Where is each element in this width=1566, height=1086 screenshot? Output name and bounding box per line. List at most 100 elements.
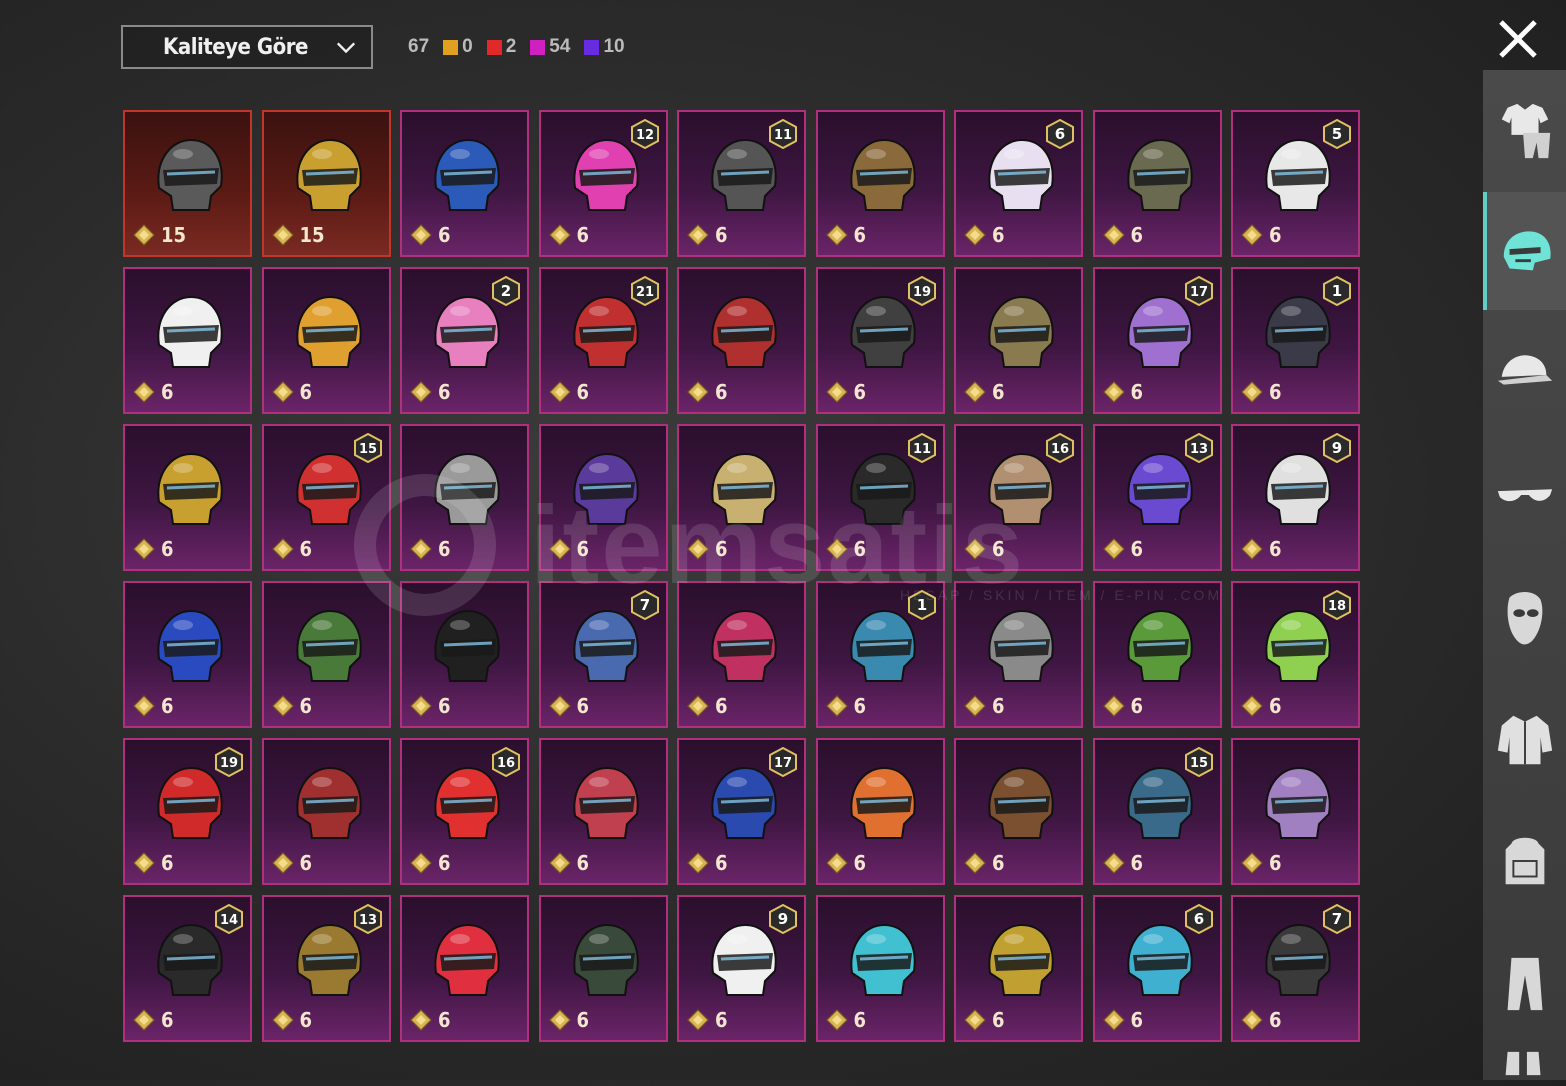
item-card[interactable]: 6 [677, 581, 806, 728]
item-card[interactable]: 12 6 [538, 110, 668, 257]
shard-currency-icon [964, 695, 986, 717]
sort-dropdown[interactable]: Kaliteye Göre [121, 25, 373, 69]
item-card[interactable]: 21 6 [538, 267, 668, 414]
item-card[interactable]: 6 [538, 738, 668, 885]
level-badge: 21 [630, 276, 659, 306]
item-card[interactable]: 6 [1092, 110, 1222, 257]
item-card[interactable]: 76 [538, 581, 668, 728]
item-card[interactable]: 6 [815, 110, 945, 257]
close-icon[interactable] [1495, 16, 1541, 62]
item-card[interactable]: 6 [400, 110, 529, 257]
item-cost-value: 6 [715, 223, 728, 247]
level-text: 12 [635, 128, 653, 143]
helmet-icon [157, 295, 223, 368]
sidebar-item-mask[interactable] [1483, 558, 1566, 676]
item-cost: 6 [548, 223, 589, 247]
item-card[interactable]: 19 6 [815, 267, 945, 414]
item-card[interactable]: 15 6 [261, 424, 391, 571]
item-card[interactable]: 6 [261, 738, 391, 885]
item-card[interactable]: 15 [261, 110, 391, 257]
sidebar-item-helmet[interactable] [1483, 192, 1566, 310]
shard-currency-icon [1102, 695, 1125, 717]
item-cost: 6 [687, 380, 728, 404]
item-card[interactable]: 6 [400, 424, 529, 571]
sidebar-item-jacket[interactable] [1483, 680, 1566, 798]
item-card[interactable]: 16 6 [954, 424, 1083, 571]
item-card[interactable]: 11 6 [677, 110, 806, 257]
item-card[interactable]: 18 6 [1231, 581, 1360, 728]
item-card[interactable]: 6 [1231, 738, 1360, 885]
shard-currency-icon [1102, 1009, 1125, 1031]
item-card[interactable]: 16 6 [400, 738, 529, 885]
item-cost-value: 6 [299, 851, 313, 875]
item-card[interactable]: 96 [1231, 424, 1360, 571]
item-card[interactable]: 16 [1231, 267, 1360, 414]
item-card[interactable]: 14 6 [123, 895, 252, 1042]
item-cost-value: 6 [853, 1008, 867, 1032]
item-card[interactable]: 6 [677, 267, 806, 414]
sidebar-item-cap[interactable] [1483, 314, 1566, 432]
item-card[interactable]: 17 6 [1092, 267, 1222, 414]
item-card[interactable]: 6 [261, 581, 391, 728]
sidebar-item-glasses[interactable] [1483, 436, 1566, 554]
sidebar-item-outfit[interactable] [1483, 70, 1566, 188]
item-cost: 6 [1102, 537, 1143, 561]
item-cost-value: 6 [1130, 851, 1144, 875]
item-card[interactable]: 6 [123, 424, 252, 571]
item-card[interactable]: 6 [538, 424, 668, 571]
item-card[interactable]: 66 [1092, 895, 1222, 1042]
item-card[interactable]: 13 6 [261, 895, 391, 1042]
item-card[interactable]: 6 [954, 581, 1083, 728]
item-card[interactable]: 15 [123, 110, 252, 257]
item-card[interactable]: 6 [815, 895, 945, 1042]
item-card[interactable]: 6 [954, 738, 1083, 885]
item-card[interactable]: 6 [954, 895, 1083, 1042]
item-cost: 6 [1241, 1008, 1282, 1032]
item-cost-value: 6 [715, 380, 728, 404]
level-badge: 11 [769, 119, 797, 149]
item-card[interactable]: 6 [677, 424, 806, 571]
item-card[interactable]: 6 [954, 267, 1083, 414]
item-card[interactable]: 6 [815, 738, 945, 885]
level-badge: 6 [1046, 119, 1074, 149]
shard-currency-icon [133, 224, 155, 246]
level-text: 6 [1193, 910, 1203, 928]
item-card[interactable]: 66 [954, 110, 1083, 257]
level-text: 1 [916, 596, 926, 614]
item-cost: 6 [825, 1008, 867, 1032]
sidebar-item-pants[interactable] [1483, 924, 1566, 1042]
item-card[interactable]: 6 [123, 581, 252, 728]
helmet-icon [157, 609, 223, 682]
item-card[interactable]: 17 6 [677, 738, 806, 885]
item-cost-value: 15 [161, 223, 187, 247]
sidebar-item-shoes[interactable] [1483, 1046, 1566, 1086]
chevron-down-icon [336, 42, 356, 54]
item-card[interactable]: 19 6 [123, 738, 252, 885]
item-cost-value: 6 [715, 1008, 728, 1032]
item-card[interactable]: 6 [261, 267, 391, 414]
item-cost: 6 [1241, 223, 1282, 247]
helmet-icon [988, 766, 1054, 839]
item-card[interactable]: 6 [400, 895, 529, 1042]
item-card[interactable]: 6 [538, 895, 668, 1042]
item-card[interactable]: 15 6 [1092, 738, 1222, 885]
item-card[interactable]: 11 6 [815, 424, 945, 571]
item-card[interactable]: 26 [400, 267, 529, 414]
shard-currency-icon [964, 852, 986, 874]
item-card[interactable]: 96 [677, 895, 806, 1042]
item-cost-value: 15 [299, 223, 325, 247]
shard-currency-icon [964, 1009, 986, 1031]
item-card[interactable]: 6 [123, 267, 252, 414]
level-text: 11 [774, 128, 792, 143]
item-card[interactable]: 16 [815, 581, 945, 728]
item-cost-value: 6 [1130, 694, 1144, 718]
item-card[interactable]: 6 [400, 581, 529, 728]
shard-currency-icon [271, 538, 294, 560]
item-card[interactable]: 13 6 [1092, 424, 1222, 571]
item-cost: 6 [1241, 694, 1282, 718]
sidebar-item-backpack[interactable] [1483, 802, 1566, 920]
item-card[interactable]: 76 [1231, 895, 1360, 1042]
item-card[interactable]: 56 [1231, 110, 1360, 257]
level-text: 13 [1189, 442, 1207, 457]
item-card[interactable]: 6 [1092, 581, 1222, 728]
